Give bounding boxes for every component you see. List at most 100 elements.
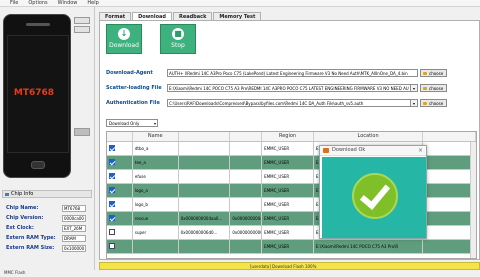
download-button[interactable]: ↓ Download: [106, 24, 142, 54]
checkmark-icon: [359, 178, 391, 210]
row-spacer: [423, 240, 476, 253]
header-location[interactable]: Location: [314, 132, 424, 141]
row-checkbox[interactable]: [107, 212, 133, 225]
row-end-address: [230, 184, 263, 197]
dialog-titlebar: Download Ok ×: [320, 146, 426, 156]
row-end-address: [230, 240, 263, 253]
row-checkbox[interactable]: [107, 170, 133, 183]
header-end[interactable]: [230, 132, 263, 141]
table-row[interactable]: EMMC_USER E:\Xiaomi\Redmi 14C POCO C75 A3…: [107, 240, 476, 254]
left-panel: MT6768 Chip Info Chip Name: MT6768 Chip V…: [0, 7, 95, 275]
scatter-choose-button[interactable]: choose: [420, 84, 447, 92]
chip-info-label: Chip Name:: [6, 205, 39, 211]
row-region: EMMC_USER: [262, 156, 314, 169]
stop-button[interactable]: ■ Stop: [160, 24, 196, 54]
chip-info-header[interactable]: Chip Info: [2, 190, 92, 198]
row-checkbox[interactable]: [107, 184, 133, 197]
scatter-label: Scatter-loading File: [106, 85, 162, 91]
menu-options[interactable]: Options: [28, 0, 47, 6]
chip-info-label: Extern RAM Size:: [6, 245, 55, 251]
row-checkbox[interactable]: [107, 240, 133, 253]
scatter-dropdown-icon[interactable]: ▾: [411, 84, 418, 92]
header-region[interactable]: Region: [262, 132, 314, 141]
checkbox[interactable]: [109, 145, 115, 151]
checkbox[interactable]: [109, 159, 115, 165]
row-region: EMMC_USER: [262, 226, 314, 239]
chip-info-value: 0x100000: [62, 244, 86, 252]
row-name: rescue: [133, 212, 179, 225]
auth-dropdown-icon[interactable]: ▾: [411, 99, 418, 107]
table-scrollbar[interactable]: [470, 142, 476, 258]
row-begin-address: [179, 198, 231, 211]
side-button-2[interactable]: [74, 26, 90, 33]
row-name: [133, 240, 179, 253]
header-check[interactable]: [107, 132, 133, 141]
row-region: EMMC_USER: [262, 184, 314, 197]
scatter-row: Scatter-loading File E:\Xiaomi\Redmi 14C…: [106, 84, 447, 92]
row-begin-address: 0x000000006d0...: [179, 226, 231, 239]
menu-help[interactable]: Help: [87, 0, 98, 6]
auth-input[interactable]: C:\Users\RAF\Downloads\Compressed\Bypass…: [167, 99, 411, 107]
row-checkbox[interactable]: [107, 198, 133, 211]
row-spacer: [423, 184, 476, 197]
row-end-address: 0x0000000000000...: [230, 226, 263, 239]
dialog-title: Download Ok: [332, 147, 366, 153]
auth-choose-button[interactable]: choose: [420, 99, 447, 107]
row-begin-address: [179, 156, 231, 169]
row-spacer: [423, 198, 476, 211]
checkbox[interactable]: [109, 215, 115, 221]
row-spacer: [423, 156, 476, 169]
chip-info-value: EXT_26M: [62, 224, 86, 232]
flash-type-label: MMC Flash: [4, 270, 26, 275]
chip-info-label: Extern RAM Type:: [6, 235, 56, 241]
download-agent-input[interactable]: AUTH+ l\Redmi 14C A3Pro Poco C75 (LakePo…: [167, 69, 418, 77]
row-begin-address: [179, 142, 231, 155]
checkbox[interactable]: [109, 243, 115, 249]
side-button-1[interactable]: [74, 17, 90, 24]
row-begin-address: 0x0000000004aa0...: [179, 212, 231, 225]
menu-file[interactable]: File: [10, 0, 18, 6]
row-checkbox[interactable]: [107, 142, 133, 155]
chip-info-row: Ext Clock: EXT_26M: [6, 223, 92, 233]
checkbox[interactable]: [109, 173, 115, 179]
row-region: EMMC_USER: [262, 212, 314, 225]
row-begin-address: [179, 240, 231, 253]
chip-label: MT6768: [13, 88, 55, 98]
download-panel: ↓ Download ■ Stop Download-Agent AUTH+ l…: [99, 20, 480, 260]
header-spacer: [423, 132, 476, 141]
auth-label: Authentication File: [106, 100, 160, 106]
chip-info-panel: Chip Name: MT6768 Chip Version: 0000ca00 E…: [6, 203, 92, 253]
chip-info-row: Chip Version: 0000ca00: [6, 213, 92, 223]
header-name[interactable]: Name: [133, 132, 179, 141]
status-bar: [userdata] Download Flash 100%: [99, 262, 480, 270]
chevron-down-icon: ▾: [153, 121, 156, 126]
dialog-body: [322, 157, 426, 238]
chip-info-label: Ext Clock:: [6, 225, 34, 231]
chip-info-value: 0000ca00: [62, 214, 86, 222]
mode-select[interactable]: Download Only ▾: [106, 119, 158, 127]
menu-window[interactable]: Window: [58, 0, 78, 6]
stop-button-label: Stop: [171, 42, 185, 49]
checkbox[interactable]: [109, 229, 115, 235]
row-checkbox[interactable]: [107, 156, 133, 169]
row-end-address: [230, 142, 263, 155]
row-name: efuse: [133, 170, 179, 183]
row-end-address: [230, 198, 263, 211]
row-checkbox[interactable]: [107, 226, 133, 239]
checkbox[interactable]: [109, 187, 115, 193]
row-region: EMMC_USER: [262, 198, 314, 211]
checkbox[interactable]: [109, 201, 115, 207]
phone-speaker: [26, 23, 50, 26]
chip-info-label: Chip Version:: [6, 215, 44, 221]
side-button-3[interactable]: [74, 128, 90, 136]
dialog-close-icon[interactable]: ×: [418, 146, 423, 155]
header-begin[interactable]: [179, 132, 231, 141]
chip-info-row: Chip Name: MT6768: [6, 203, 92, 213]
row-location: E:\Xiaomi\Redmi 14C POCO C75 A3 Pro\R: [314, 240, 424, 253]
download-arrow-icon: ↓: [118, 28, 130, 40]
download-agent-choose-button[interactable]: choose: [420, 69, 447, 77]
scatter-input[interactable]: E:\Xiaomi\Redmi 14C POCO C75 A3 Pro\REDM…: [167, 84, 411, 92]
row-name: tee_a: [133, 156, 179, 169]
row-end-address: [230, 156, 263, 169]
download-ok-dialog: Download Ok ×: [319, 145, 427, 239]
